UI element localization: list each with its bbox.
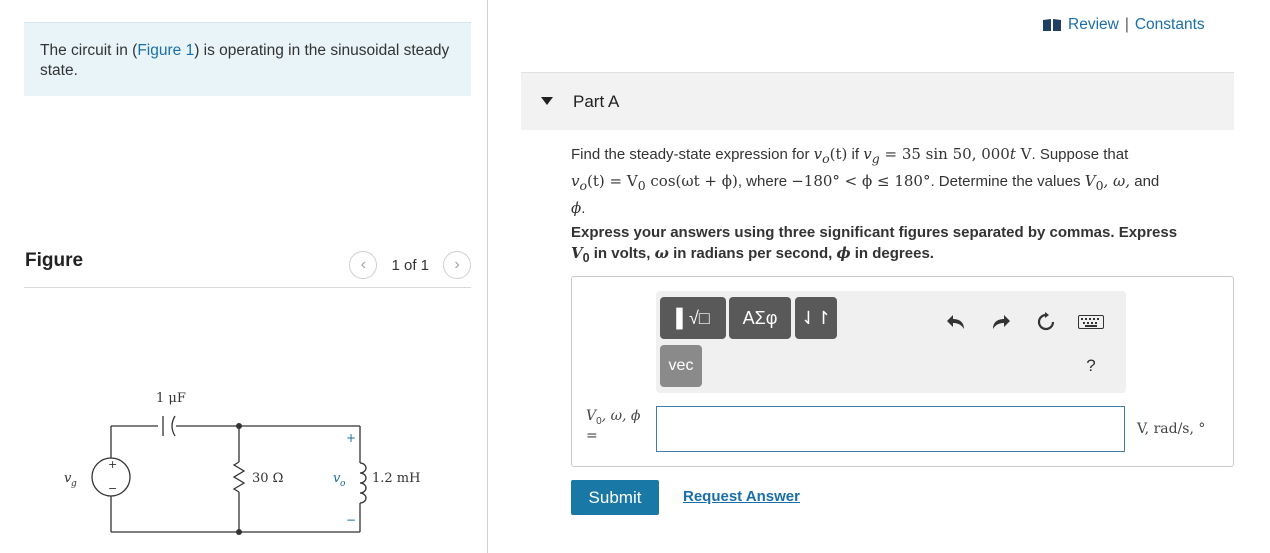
question-text: Find the steady-state expression for vo(…: [571, 143, 1231, 220]
help-button[interactable]: ?: [1080, 351, 1102, 381]
book-icon: [1043, 19, 1061, 31]
q-vg-expr: = 35 sin 50, 000: [879, 145, 1010, 163]
q-text-5: . Determine the values: [930, 173, 1085, 190]
greek-symbols-button[interactable]: ΑΣφ: [729, 297, 791, 339]
answer-equals: =: [586, 427, 598, 444]
q-vo-arg: (t): [829, 145, 848, 163]
left-panel: The circuit in (Figure 1) is operating i…: [0, 0, 488, 553]
part-title: Part A: [573, 92, 620, 111]
q-vals-rest: , ω,: [1103, 172, 1131, 190]
figure-link[interactable]: Figure 1: [137, 42, 194, 59]
column-divider: [487, 0, 488, 553]
chevron-left-icon: ‹: [360, 256, 367, 273]
answer-units: V, rad/s, °: [1137, 421, 1206, 437]
review-separator: |: [1124, 16, 1129, 33]
inductor-label: 1.2 mH: [372, 471, 420, 486]
submit-button[interactable]: Submit: [571, 480, 659, 515]
instr-l2c: in degrees.: [850, 245, 934, 262]
instr-v0-sub: 0: [582, 251, 590, 265]
q-l2-b: (t) = V: [587, 172, 638, 190]
q-vals-v-sub: 0: [1095, 178, 1104, 193]
undo-icon[interactable]: [941, 307, 971, 337]
source-plus: +: [108, 458, 117, 471]
instructions: Express your answers using three signifi…: [571, 223, 1236, 268]
figure-header: Figure ‹ 1 of 1 ›: [24, 246, 471, 288]
capacitor-label: 1 μF: [156, 391, 186, 406]
instr-omega: ω: [654, 244, 669, 262]
answer-input[interactable]: [656, 406, 1125, 452]
q-text-2: if: [847, 146, 864, 163]
reset-icon[interactable]: [1031, 307, 1061, 337]
pager-count: 1 of 1: [391, 256, 429, 274]
instr-l2a: in volts,: [589, 245, 655, 262]
caret-down-icon: [541, 97, 553, 105]
prev-figure-button[interactable]: ‹: [349, 251, 378, 279]
intro-text-before: The circuit in (: [40, 42, 138, 59]
output-label-sub: o: [340, 479, 346, 489]
review-constants: Review | Constants: [1042, 16, 1205, 34]
figure-title: Figure: [25, 250, 84, 271]
redo-icon[interactable]: [986, 307, 1016, 337]
vector-button[interactable]: vec: [660, 345, 702, 387]
resistor-label: 30 Ω: [252, 471, 283, 486]
q-vo-sub: o: [822, 151, 830, 166]
q-text-3: . Suppose that: [1031, 146, 1129, 163]
keyboard-icon[interactable]: [1075, 307, 1107, 337]
circuit-diagram: 1 μF 30 Ω 1.2 mH + − v g + − v o: [64, 391, 420, 535]
q-text-4: , where: [737, 173, 792, 190]
answer-box: ▌√□ ΑΣφ ⇃↾ vec ? V0, ω, ϕ = V, rad/s, °: [571, 276, 1234, 467]
source-label-sub: g: [71, 479, 77, 489]
answer-label-rest: , ω, ϕ: [601, 408, 641, 424]
q-vg: v: [863, 145, 872, 163]
request-answer-link[interactable]: Request Answer: [683, 488, 800, 505]
q-vg-unit: V: [1015, 145, 1032, 163]
answer-label: V0, ω, ϕ =: [586, 407, 640, 444]
instr-l2b: in radians per second,: [668, 245, 837, 262]
next-figure-button[interactable]: ›: [443, 251, 471, 279]
constants-link[interactable]: Constants: [1135, 16, 1205, 34]
q-l2-c: cos(ωt + ϕ): [645, 172, 738, 190]
q-period: .: [581, 200, 586, 217]
output-plus: +: [346, 431, 356, 445]
output-minus: −: [346, 513, 356, 527]
intro-box: The circuit in (Figure 1) is operating i…: [24, 22, 471, 96]
chevron-right-icon: ›: [454, 256, 460, 273]
q-phi: ϕ: [571, 199, 582, 217]
q-text-6: and: [1130, 173, 1160, 190]
review-link[interactable]: Review: [1068, 16, 1119, 34]
part-a-header[interactable]: Part A: [521, 72, 1234, 130]
q-range: −180° < ϕ ≤ 180°: [791, 172, 931, 190]
templates-button[interactable]: ▌√□: [660, 297, 726, 339]
q-text-1: Find the steady-state expression for: [571, 146, 814, 163]
answer-label-v: V: [586, 408, 597, 424]
figure-pager: ‹ 1 of 1 ›: [349, 251, 471, 279]
math-toolbar: ▌√□ ΑΣφ ⇃↾ vec ?: [656, 291, 1126, 393]
subscript-superscript-button[interactable]: ⇃↾: [795, 297, 837, 339]
instr-v0: V: [571, 244, 583, 262]
q-l2-a-sub: o: [579, 178, 588, 193]
instr-line-1: Express your answers using three signifi…: [571, 224, 1178, 241]
q-vg-sub: g: [871, 151, 880, 166]
q-vals-v: V: [1084, 172, 1096, 190]
instr-phi: ϕ: [836, 244, 851, 262]
q-l2-b-sub: 0: [637, 178, 646, 193]
q-vo: v: [813, 145, 823, 163]
source-minus: −: [108, 482, 117, 495]
